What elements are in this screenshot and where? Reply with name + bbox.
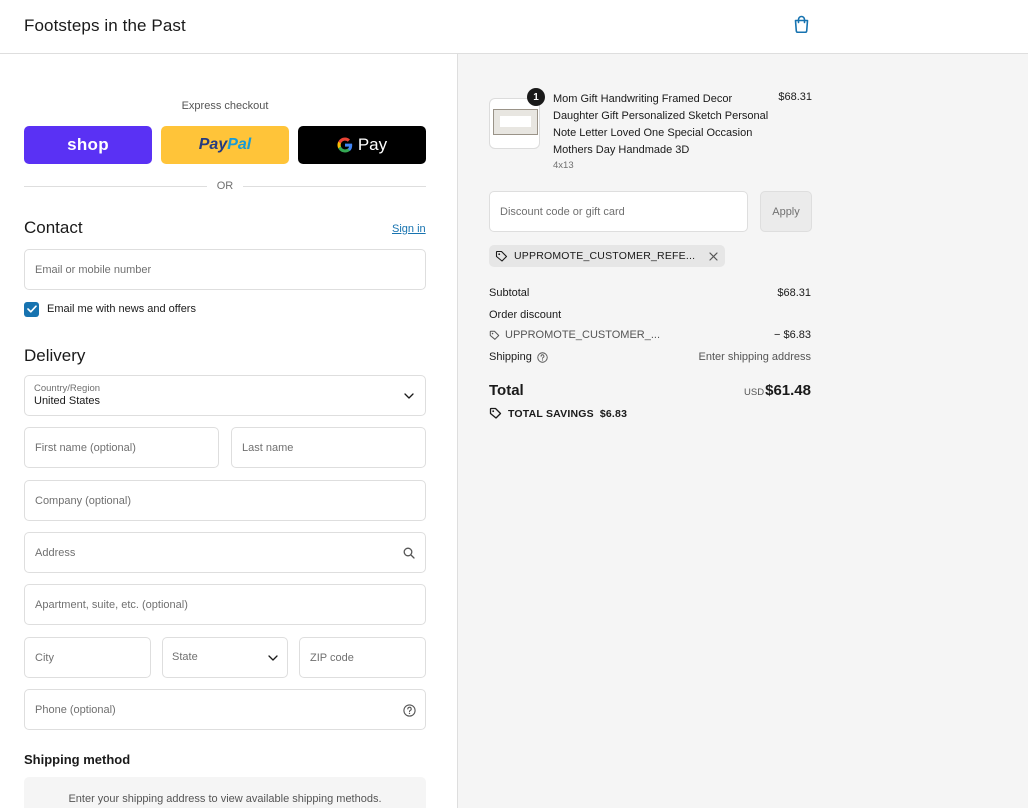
- chevron-down-icon: [266, 651, 280, 665]
- email-field-wrapper: [24, 249, 426, 290]
- shipping-row: Shipping: [489, 351, 548, 363]
- shop-pay-label: shop: [67, 135, 109, 154]
- state-select[interactable]: State: [162, 637, 288, 678]
- newsletter-checkbox[interactable]: [24, 301, 39, 317]
- discount-value: − $6.83: [773, 329, 811, 341]
- company-field[interactable]: [25, 481, 425, 520]
- shipping-method-message: Enter your shipping address to view avai…: [68, 793, 382, 805]
- tag-icon: [489, 407, 502, 420]
- paypal-button[interactable]: Pay Pal: [161, 126, 289, 164]
- subtotal-value: $68.31: [777, 287, 811, 299]
- last-name-field-wrapper: [231, 427, 426, 468]
- state-label: State: [172, 651, 198, 663]
- store-title[interactable]: Footsteps in the Past: [24, 16, 186, 36]
- shipping-method-placeholder: Enter your shipping address to view avai…: [24, 777, 426, 808]
- company-field-wrapper: [24, 480, 426, 521]
- chevron-down-icon: [402, 389, 416, 403]
- first-name-field-wrapper: [24, 427, 219, 468]
- header: Footsteps in the Past: [0, 0, 1028, 54]
- total-value: $61.48: [765, 382, 811, 399]
- zip-field-wrapper: [299, 637, 426, 678]
- product-price: $68.31: [778, 91, 812, 103]
- city-field[interactable]: [25, 638, 150, 677]
- newsletter-label: Email me with news and offers: [47, 303, 196, 315]
- tag-icon: [495, 250, 508, 263]
- subtotal-label: Subtotal: [489, 287, 530, 299]
- google-pay-button[interactable]: Pay: [298, 126, 426, 164]
- email-field[interactable]: [25, 250, 425, 289]
- help-circle-icon[interactable]: [537, 351, 548, 363]
- product-thumbnail: [489, 98, 540, 149]
- contact-title: Contact: [24, 218, 83, 237]
- apartment-field-wrapper: [24, 584, 426, 625]
- discount-code-input[interactable]: [490, 192, 747, 231]
- product-image: [493, 109, 538, 135]
- delivery-title: Delivery: [24, 346, 86, 365]
- check-icon: [26, 305, 37, 313]
- zip-field[interactable]: [300, 638, 425, 677]
- discount-code-row: UPPROMOTE_CUSTOMER_...: [489, 329, 660, 341]
- total-label: Total: [489, 382, 524, 399]
- country-select[interactable]: Country/Region United States: [24, 375, 426, 416]
- country-value: United States: [34, 395, 101, 407]
- shopping-bag-icon: [793, 14, 810, 38]
- applied-discount-chip: UPPROMOTE_CUSTOMER_REFE...: [489, 245, 726, 267]
- or-divider: OR: [24, 178, 426, 194]
- discount-field-wrapper: [489, 191, 748, 232]
- paypal-logo: Pay Pal: [198, 136, 252, 153]
- discount-code-name: UPPROMOTE_CUSTOMER_...: [505, 329, 661, 341]
- address-field[interactable]: [25, 533, 425, 572]
- apply-discount-button[interactable]: Apply: [760, 191, 812, 232]
- order-discount-label: Order discount: [489, 309, 562, 321]
- shipping-value: Enter shipping address: [698, 351, 811, 363]
- savings-label: TOTAL SAVINGS: [508, 407, 594, 420]
- sign-in-link[interactable]: Sign in: [392, 223, 426, 235]
- checkout-form: Express checkout shop Pay Pal Pay OR Cont…: [0, 54, 457, 808]
- phone-field-wrapper: [24, 689, 426, 730]
- apartment-field[interactable]: [25, 585, 425, 624]
- shipping-method-title: Shipping method: [24, 752, 131, 767]
- country-label: Country/Region: [34, 383, 101, 394]
- cart-button[interactable]: [790, 15, 812, 37]
- close-icon[interactable]: [707, 250, 719, 262]
- shipping-label: Shipping: [489, 351, 532, 363]
- quantity-badge: 1: [527, 88, 545, 106]
- product-name: Mom Gift Handwriting Framed Decor Daught…: [553, 93, 769, 156]
- total-savings: TOTAL SAVINGS $6.83: [489, 407, 627, 420]
- google-pay-label: Pay: [357, 135, 388, 154]
- newsletter-option[interactable]: Email me with news and offers: [24, 301, 196, 317]
- applied-code-text: UPPROMOTE_CUSTOMER_REFE...: [514, 250, 696, 262]
- help-circle-icon[interactable]: [402, 703, 416, 717]
- shop-pay-button[interactable]: shop: [24, 126, 152, 164]
- google-g-icon: [337, 137, 353, 153]
- first-name-field[interactable]: [25, 428, 218, 467]
- address-field-wrapper: [24, 532, 426, 573]
- phone-field[interactable]: [25, 690, 425, 729]
- savings-value: $6.83: [599, 407, 628, 420]
- or-label: OR: [216, 180, 234, 192]
- express-checkout-label: Express checkout: [181, 100, 269, 112]
- total-currency: USD: [744, 387, 765, 398]
- search-icon[interactable]: [402, 546, 416, 560]
- city-field-wrapper: [24, 637, 151, 678]
- tag-icon: [489, 330, 500, 341]
- last-name-field[interactable]: [232, 428, 425, 467]
- product-variant: 4x13: [553, 160, 574, 171]
- order-summary: 1 Mom Gift Handwriting Framed Decor Daug…: [457, 54, 1028, 808]
